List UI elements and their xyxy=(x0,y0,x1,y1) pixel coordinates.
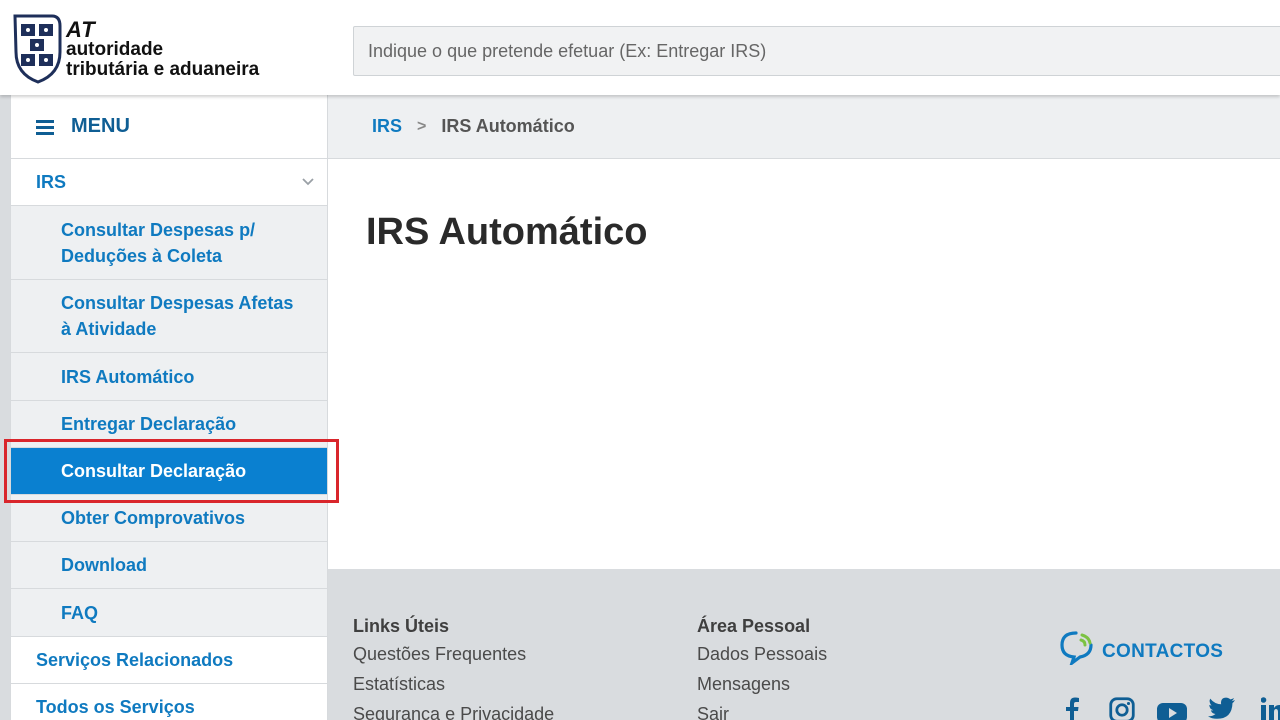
footer-link-estatisticas[interactable]: Estatísticas xyxy=(353,669,554,699)
footer-links-column: Links Úteis Questões Frequentes Estatíst… xyxy=(353,615,554,720)
sidebar-item-label: Entregar Declaração xyxy=(61,414,237,434)
sidebar-item-label: Consultar Despesas Afetas à Atividade xyxy=(61,293,294,339)
footer-links-title: Links Úteis xyxy=(353,616,450,636)
chat-bubble-icon xyxy=(1060,631,1093,665)
menu-toggle[interactable]: MENU xyxy=(11,95,327,159)
hamburger-icon xyxy=(36,119,54,135)
sidebar-item-faq[interactable]: FAQ xyxy=(11,589,327,637)
sidebar-item-consultar-despesas-deducoes[interactable]: Consultar Despesas p/ Deduções à Coleta xyxy=(11,206,327,280)
sidebar-item-label: Consultar Despesas p/ Deduções à Coleta xyxy=(61,219,256,266)
sidebar-item-irs-automatico[interactable]: IRS Automático xyxy=(11,353,327,401)
sidebar: MENU IRS Consultar Despesas p/ Deduções … xyxy=(10,95,328,720)
sidebar-item-consultar-despesas-atividade[interactable]: Consultar Despesas Afetas à Atividade xyxy=(11,280,327,353)
footer-link-sair[interactable]: Sair xyxy=(697,699,827,720)
sidebar-item-label: IRS Automático xyxy=(61,366,195,387)
sidebar-item-entregar-declaracao[interactable]: Entregar Declaração xyxy=(11,401,327,448)
youtube-icon[interactable] xyxy=(1156,697,1188,720)
social-links xyxy=(1056,697,1280,720)
sidebar-item-label: Serviços Relacionados xyxy=(36,649,234,670)
logo-line-2: tributária e aduaneira xyxy=(66,59,260,80)
linkedin-icon[interactable] xyxy=(1256,697,1280,720)
logo-line-1: autoridade xyxy=(66,39,164,60)
footer-link-mensagens[interactable]: Mensagens xyxy=(697,669,827,699)
twitter-icon[interactable] xyxy=(1206,697,1238,720)
breadcrumb: IRS > IRS Automático xyxy=(328,95,1280,159)
main-content: IRS Automático xyxy=(328,159,1280,569)
sidebar-item-label: Consultar Declaração xyxy=(61,461,247,481)
sidebar-item-todos-servicos[interactable]: Todos os Serviços xyxy=(11,684,327,720)
logo-at: AT xyxy=(66,17,96,42)
sidebar-item-download[interactable]: Download xyxy=(11,542,327,589)
footer-personal-column: Área Pessoal Dados Pessoais Mensagens Sa… xyxy=(697,615,827,720)
sidebar-item-servicos-relacionados[interactable]: Serviços Relacionados xyxy=(11,637,327,684)
site-header: AT autoridade tributária e aduaneira xyxy=(0,0,1280,95)
portugal-shield-logo-icon xyxy=(13,14,62,84)
logo-text: AT autoridade tributária e aduaneira xyxy=(66,17,260,80)
breadcrumb-separator: > xyxy=(417,117,427,135)
at-logo[interactable]: AT autoridade tributária e aduaneira xyxy=(12,12,282,84)
sidebar-item-obter-comprovativos[interactable]: Obter Comprovativos xyxy=(11,495,327,542)
sidebar-section-irs[interactable]: IRS xyxy=(11,159,327,206)
sidebar-item-label: Download xyxy=(61,555,147,575)
footer-personal-title: Área Pessoal xyxy=(697,616,811,636)
sidebar-item-label: FAQ xyxy=(61,602,99,623)
menu-label: MENU xyxy=(71,115,130,137)
footer-link-dados-pessoais[interactable]: Dados Pessoais xyxy=(697,639,827,669)
page-title: IRS Automático xyxy=(366,211,648,253)
sidebar-item-consultar-declaracao[interactable]: Consultar Declaração xyxy=(11,448,327,495)
breadcrumb-link-irs[interactable]: IRS xyxy=(372,116,402,137)
breadcrumb-current: IRS Automático xyxy=(441,116,575,136)
contacts-label: CONTACTOS xyxy=(1102,641,1224,662)
chevron-down-icon xyxy=(302,178,314,186)
footer: Links Úteis Questões Frequentes Estatíst… xyxy=(328,569,1280,720)
sidebar-section-label: IRS xyxy=(36,171,67,192)
sidebar-item-label: Todos os Serviços xyxy=(36,696,195,717)
sidebar-item-label: Obter Comprovativos xyxy=(61,508,246,528)
footer-link-seguranca[interactable]: Segurança e Privacidade xyxy=(353,699,554,720)
facebook-icon[interactable] xyxy=(1056,697,1088,720)
footer-link-questoes[interactable]: Questões Frequentes xyxy=(353,639,554,669)
instagram-icon[interactable] xyxy=(1106,697,1138,720)
contacts-link[interactable]: CONTACTOS xyxy=(1058,629,1223,665)
search-input[interactable] xyxy=(353,26,1280,76)
